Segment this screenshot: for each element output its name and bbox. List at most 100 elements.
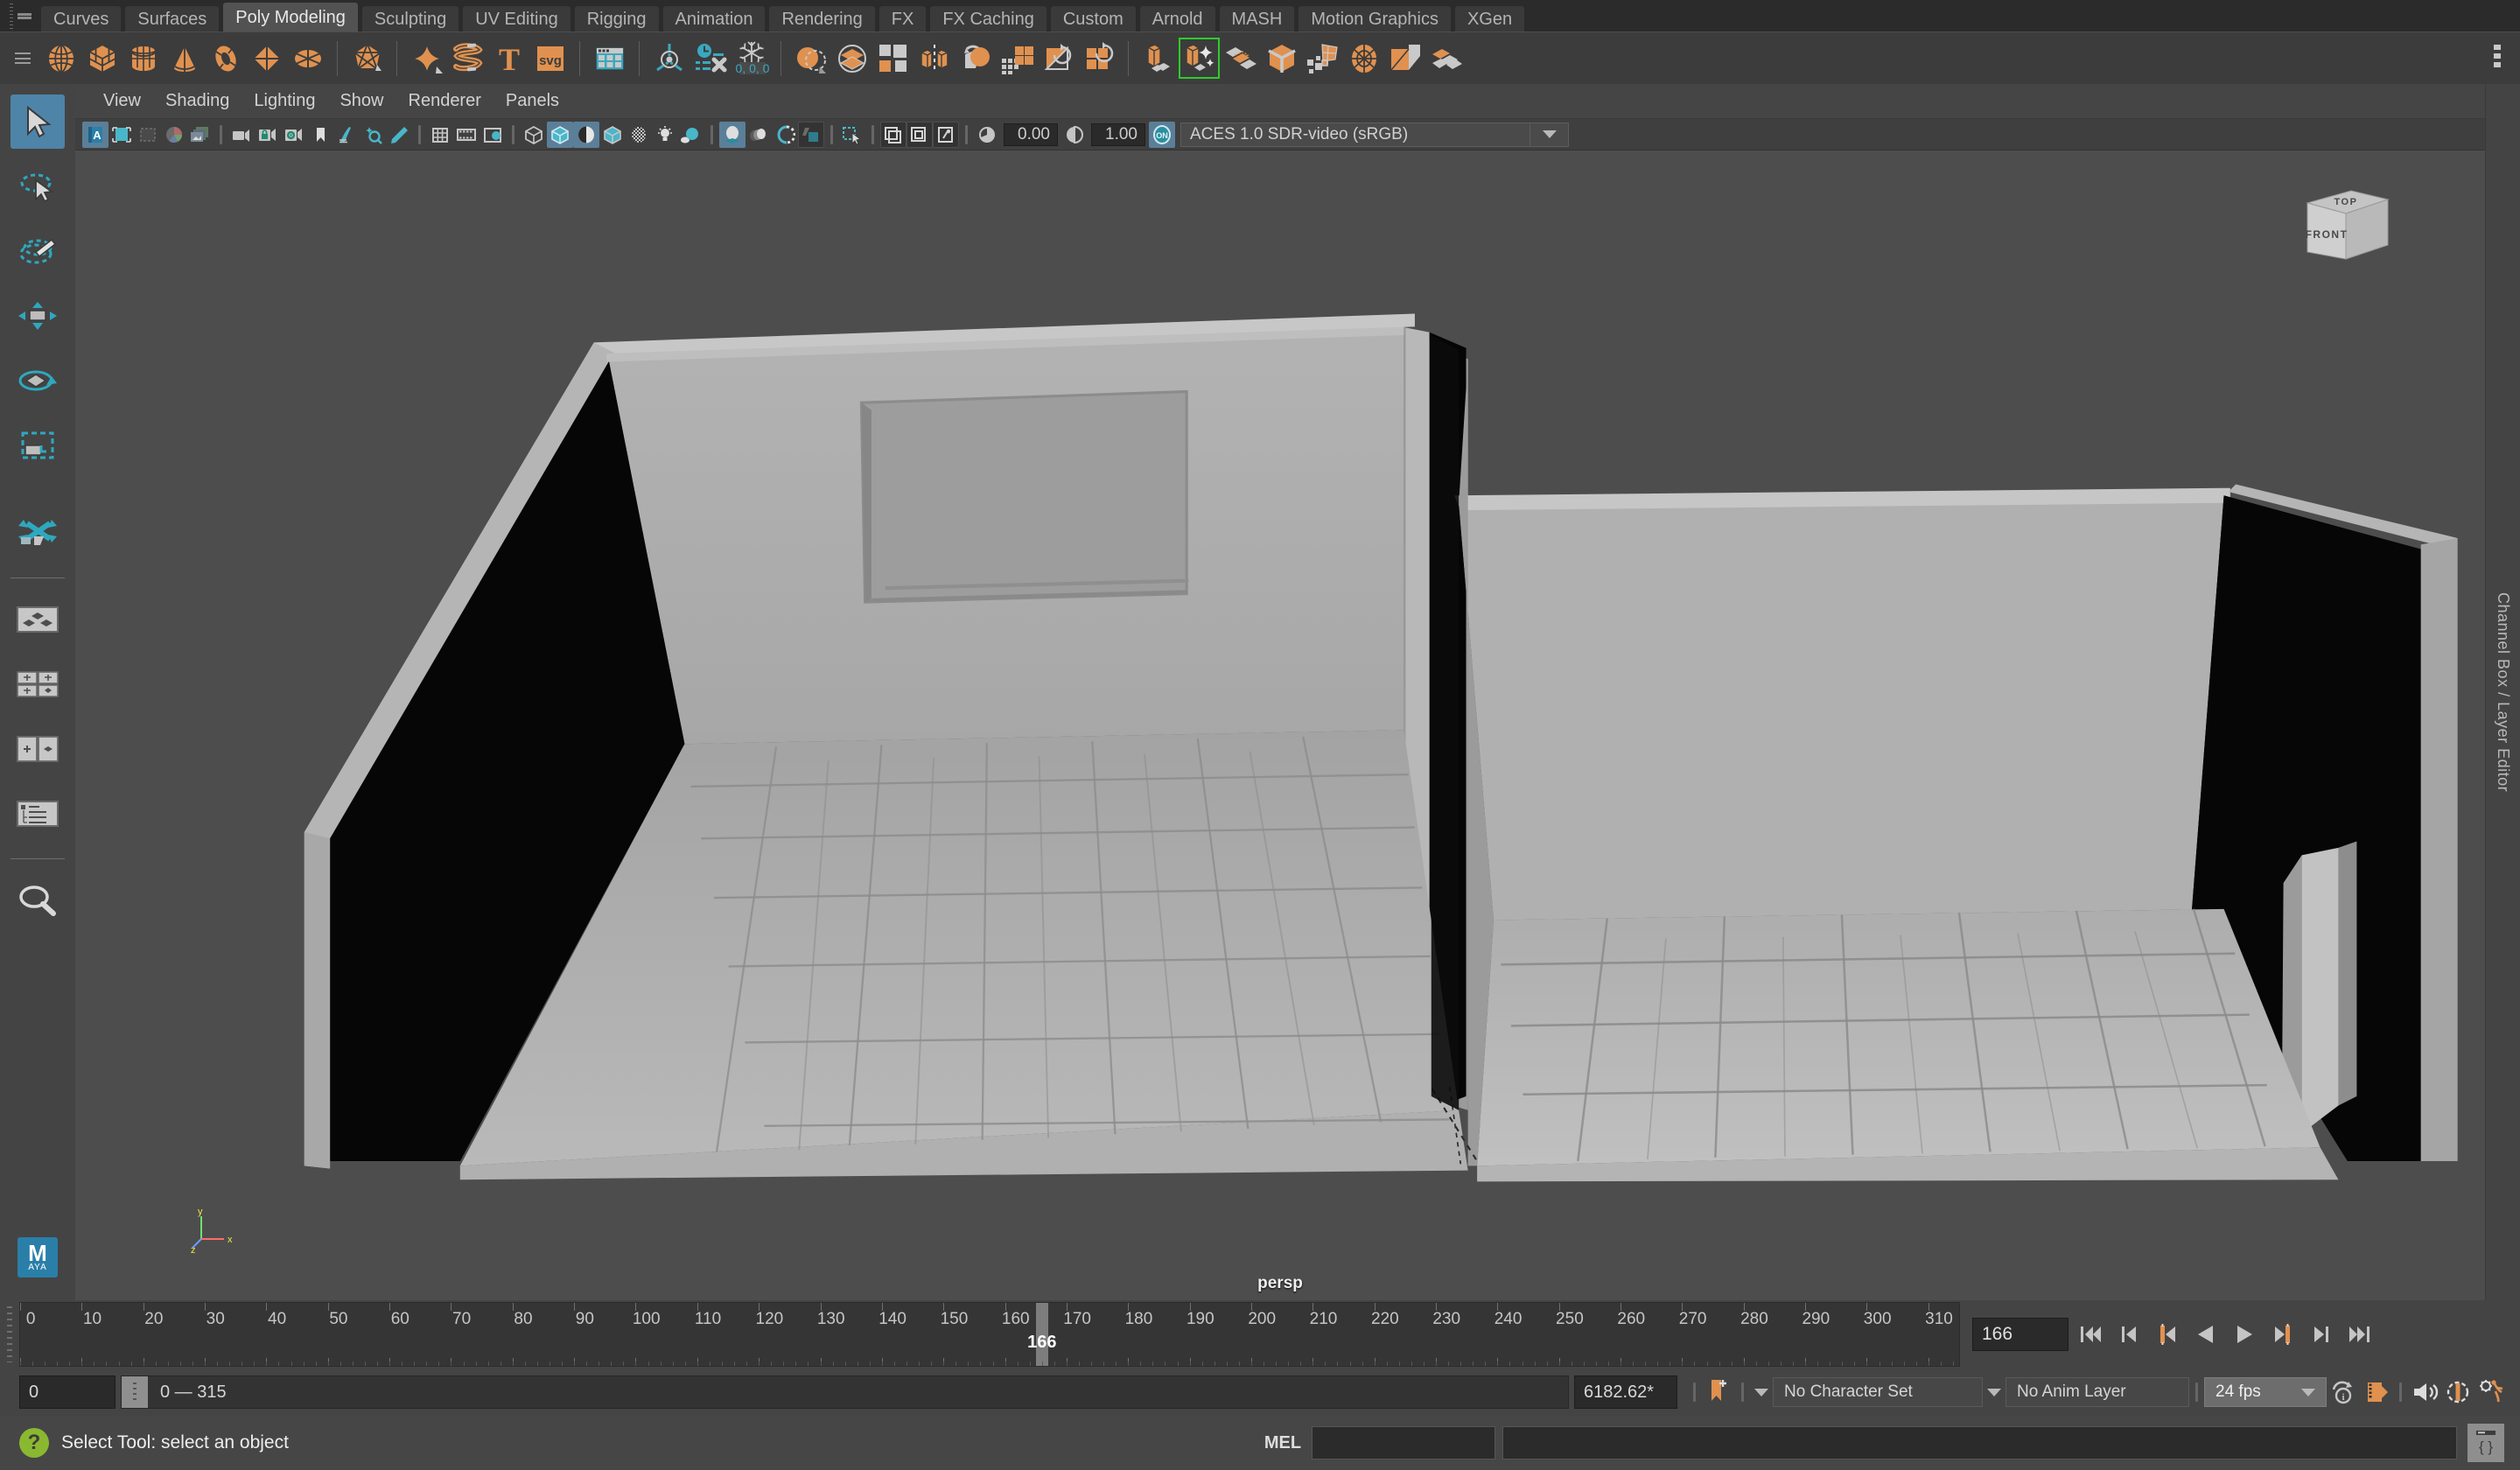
shelf-tab-surfaces[interactable]: Surfaces	[124, 5, 220, 32]
move-tool-button[interactable]	[10, 289, 65, 343]
bevel-icon[interactable]	[1220, 38, 1261, 79]
panel-menu-view[interactable]: View	[91, 91, 153, 111]
bookmark-icon[interactable]	[307, 122, 333, 148]
fps-dropdown[interactable]: 24 fps	[2204, 1377, 2327, 1407]
persp-outliner-layout-button[interactable]	[10, 722, 65, 776]
anim-settings-icon[interactable]	[2474, 1372, 2508, 1412]
camera-attributes-icon[interactable]	[281, 122, 307, 148]
paint-effects-icon[interactable]	[333, 122, 360, 148]
shadows-icon[interactable]	[678, 122, 704, 148]
panel-menu-shading[interactable]: Shading	[153, 91, 242, 111]
camera-icon[interactable]	[228, 122, 255, 148]
mel-command-input[interactable]	[1502, 1426, 2457, 1460]
poly-platonic-icon[interactable]	[346, 38, 388, 79]
detach-icon[interactable]	[1425, 38, 1466, 79]
depth-of-field-icon[interactable]	[798, 121, 824, 148]
shelf-tab-poly-modeling[interactable]: Poly Modeling	[222, 2, 359, 32]
range-start-field[interactable]: 0	[19, 1376, 116, 1409]
go-to-end-button[interactable]	[2343, 1318, 2376, 1351]
extrude-icon[interactable]	[1138, 38, 1179, 79]
exposure-tool-icon[interactable]	[360, 122, 386, 148]
triangulate-icon[interactable]	[1037, 38, 1078, 79]
panel-menu-lighting[interactable]: Lighting	[242, 91, 327, 111]
select-camera-icon[interactable]: A	[82, 121, 108, 148]
circularize-icon[interactable]	[1343, 38, 1384, 79]
mel-result-field[interactable]	[1312, 1426, 1496, 1460]
time-slider[interactable]: 166 0 10 20 30 40 50 60 70 80 90 100 110 120 130 140 15…	[19, 1302, 1960, 1367]
play-forwards-button[interactable]	[2228, 1318, 2261, 1351]
panel-menu-show[interactable]: Show	[327, 91, 396, 111]
shelf-tab-arnold[interactable]: Arnold	[1138, 5, 1216, 32]
shelf-tab-rigging[interactable]: Rigging	[573, 5, 660, 32]
poly-disc-icon[interactable]	[287, 38, 328, 79]
gamma-value-field[interactable]: 1.00	[1091, 122, 1145, 146]
shelf-menu-button[interactable]	[5, 52, 40, 64]
shelf-overflow-icon[interactable]	[2479, 38, 2520, 79]
exposure-value-field[interactable]: 0.00	[1004, 122, 1058, 146]
paint-select-tool-button[interactable]	[10, 224, 65, 278]
range-slider[interactable]: 0 — 315	[121, 1376, 1569, 1409]
shade-wireframe-icon[interactable]	[573, 121, 599, 148]
shelf-tab-motion-graphics[interactable]: Motion Graphics	[1298, 5, 1452, 32]
exposure-icon[interactable]	[974, 122, 1000, 148]
poly-cube-icon[interactable]	[81, 38, 122, 79]
freeze-transformations-icon[interactable]: 0, 0, 0	[731, 38, 772, 79]
xray-icon[interactable]	[880, 121, 906, 148]
shelf-tab-mash[interactable]: MASH	[1218, 5, 1296, 32]
panel-menu-renderer[interactable]: Renderer	[396, 91, 494, 111]
center-pivot-icon[interactable]	[648, 38, 690, 79]
shelf-tab-curves[interactable]: Curves	[40, 5, 122, 32]
range-end-field[interactable]: 6182.62*	[1574, 1376, 1677, 1409]
anim-layer-dropdown-arrow[interactable]	[1983, 1388, 2006, 1396]
bridge-icon[interactable]	[1261, 38, 1302, 79]
mel-label[interactable]: MEL	[1264, 1433, 1301, 1453]
lasso-select-tool-button[interactable]	[10, 159, 65, 214]
poly-text-icon[interactable]: T	[488, 38, 529, 79]
color-space-dropdown-arrow[interactable]	[1530, 122, 1569, 147]
image-plane-icon[interactable]	[108, 122, 135, 148]
outliner-layout-button[interactable]	[10, 787, 65, 841]
motion-blur-icon[interactable]	[746, 122, 772, 148]
single-perspective-layout-button[interactable]	[10, 592, 65, 647]
audio-icon[interactable]	[2408, 1372, 2441, 1412]
pencil-tool-icon[interactable]	[386, 122, 412, 148]
shelf-tab-xgen[interactable]: XGen	[1453, 5, 1526, 32]
color-management-toggle[interactable]: ON	[1149, 121, 1175, 148]
combine-icon[interactable]	[831, 38, 872, 79]
poly-soft-body-icon[interactable]	[406, 38, 447, 79]
rotate-tool-button[interactable]	[10, 354, 65, 408]
character-set-field[interactable]: No Character Set	[1773, 1377, 1983, 1407]
extrude-options-icon[interactable]	[1179, 38, 1220, 79]
wireframe-icon[interactable]	[521, 122, 547, 148]
xray-joints-icon[interactable]	[906, 121, 933, 148]
current-frame-field[interactable]: 166	[1972, 1318, 2068, 1351]
anim-layer-field[interactable]: No Anim Layer	[2006, 1377, 2189, 1407]
transparency-icon[interactable]	[626, 122, 652, 148]
grid-icon[interactable]	[427, 122, 453, 148]
color-space-field[interactable]: ACES 1.0 SDR-video (sRGB)	[1180, 122, 1530, 147]
3d-viewport[interactable]: persp y x z TOP FRONT	[75, 150, 2485, 1300]
shelf-tab-animation[interactable]: Animation	[662, 5, 766, 32]
smooth-shade-icon[interactable]	[547, 121, 573, 148]
reduce-icon[interactable]	[996, 38, 1037, 79]
shelf-tab-fx-caching[interactable]: FX Caching	[929, 5, 1047, 32]
scale-tool-button[interactable]	[10, 418, 65, 472]
step-back-keyframe-button[interactable]	[2112, 1318, 2146, 1351]
mirror-icon[interactable]	[914, 38, 955, 79]
shelf-tab-fx[interactable]: FX	[878, 5, 928, 32]
poly-svg-icon[interactable]: svg	[529, 38, 570, 79]
step-back-frame-button[interactable]	[2151, 1318, 2184, 1351]
shelf-tab-custom[interactable]: Custom	[1049, 5, 1137, 32]
zoom-tool-button[interactable]	[10, 873, 65, 928]
delete-history-icon[interactable]	[690, 38, 731, 79]
multisample-aa-icon[interactable]	[772, 122, 798, 148]
image-sequence-icon[interactable]	[187, 122, 214, 148]
auto-keyframe-icon[interactable]	[1702, 1372, 1735, 1412]
gamma-icon[interactable]	[1061, 122, 1088, 148]
step-forward-frame-button[interactable]	[2266, 1318, 2300, 1351]
channel-box-rail[interactable]: Channel Box / Layer Editor	[2485, 84, 2520, 1300]
select-tool-button[interactable]	[10, 94, 65, 149]
play-backwards-button[interactable]	[2189, 1318, 2222, 1351]
shelf-tab-grip[interactable]	[0, 0, 40, 32]
film-gate-icon[interactable]	[453, 122, 480, 148]
